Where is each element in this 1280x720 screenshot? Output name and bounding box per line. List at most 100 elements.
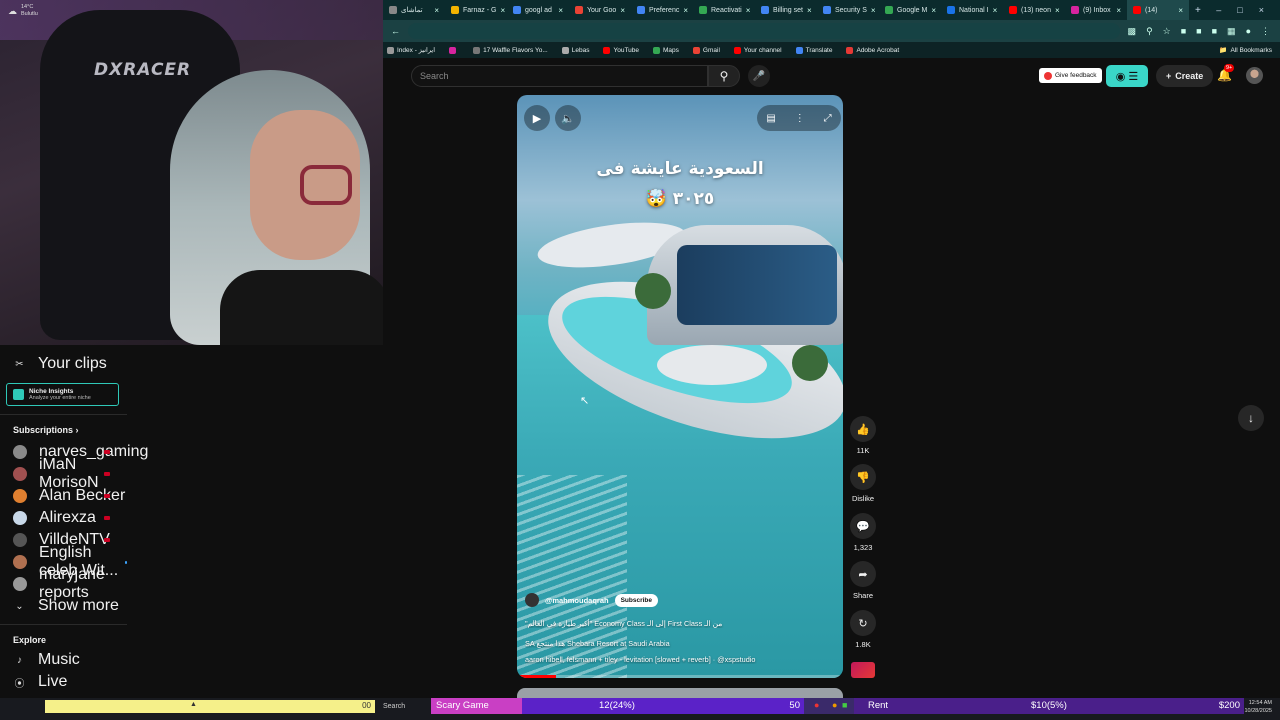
short-description-line[interactable]: SA هذا منتجع Shebara Resort at Saudi Ara… [525,639,825,648]
menu-dots-icon[interactable]: ⋮ [1261,26,1270,37]
close-icon[interactable]: × [1178,6,1183,15]
give-feedback-button[interactable]: Give feedback [1039,68,1102,83]
sound-track-link[interactable]: aaron hibell, felsmann + tiley - levitat… [525,655,825,664]
close-icon[interactable]: × [558,6,563,15]
share-button[interactable]: ➦ Share [849,561,877,600]
close-icon[interactable]: × [620,6,625,15]
comments-button[interactable]: 💬 1,323 [849,513,877,552]
bookmark-item[interactable]: Lebas [561,46,589,54]
shorts-player[interactable]: ▶ 🔈 ▤ ⋮ ⤢ السعودية عايشة فى ٣٠٢٥ 🤯 @mahm… [517,95,843,678]
subscription-item[interactable]: Alirexza [0,507,127,529]
fullscreen-icon[interactable]: ⤢ [824,113,832,124]
bookmark-item[interactable]: Index - ایرانیز [387,46,435,54]
zoom-icon[interactable]: ⚲ [1146,26,1153,37]
bookmark-item[interactable]: YouTube [603,46,639,54]
close-icon[interactable]: × [746,6,751,15]
all-bookmarks[interactable]: 📁 All Bookmarks [1219,46,1280,55]
clock-time: 12:54 AM [1248,700,1272,706]
arrow-down-icon[interactable]: ↓ [1238,405,1264,431]
subscription-item[interactable]: maryjane reports [0,566,127,601]
sidebar-your-clips[interactable]: ✂ Your clips [0,353,127,375]
browser-tab[interactable]: Your Goo × [569,0,631,20]
extension-icon[interactable]: ■ [1181,26,1186,37]
browser-tab[interactable]: Reactivati × [693,0,755,20]
channel-avatar[interactable] [525,593,539,607]
channel-name[interactable]: @mahmoudaqrah [545,596,609,605]
browser-tab[interactable]: Preferenc × [631,0,693,20]
player-controls: ▤ ⋮ ⤢ [757,105,841,131]
niche-insights-card[interactable]: Niche Insights Analyze your entire niche [6,383,119,406]
browser-tab[interactable]: (13) neon × [1003,0,1065,20]
volume-icon[interactable]: 🔈 [555,105,581,131]
profile-icon[interactable]: ● [1246,26,1251,37]
search-icon[interactable]: ⚲ [708,65,740,87]
minimize-icon[interactable]: – [1216,5,1221,15]
explore-item[interactable]: ⦿ Live [0,671,127,693]
app-icon[interactable]: ● [832,700,837,710]
browser-tab[interactable]: Security S × [817,0,879,20]
star-icon[interactable]: ☆ [1163,26,1171,37]
remix-button[interactable]: ↻ 1.8K [849,610,877,649]
close-icon[interactable]: × [1055,6,1060,15]
extension-icon[interactable]: ■ [1212,26,1217,37]
account-avatar[interactable] [1246,67,1263,84]
browser-tab[interactable]: National I × [941,0,1003,20]
show-more-button[interactable]: ⌄ Show more [0,595,127,617]
close-icon[interactable]: × [993,6,998,15]
new-tab-icon[interactable]: + [1189,5,1207,16]
microphone-icon[interactable]: 🎤 [748,65,770,87]
puzzle-icon[interactable]: ▦ [1227,26,1236,37]
captions-icon[interactable]: ▤ [766,113,775,124]
close-icon[interactable]: × [807,6,812,15]
browser-tab[interactable]: Billing set × [755,0,817,20]
extension-icon[interactable]: ■ [1196,26,1201,37]
subscription-item[interactable]: iMaN MorisoN [0,456,127,491]
more-options-icon[interactable]: ⋮ [795,113,805,124]
close-icon[interactable]: × [871,6,876,15]
subscriptions-heading[interactable]: Subscriptions › [13,425,79,435]
arrow-left-icon[interactable]: ← [383,26,400,36]
bookmark-item[interactable] [449,46,459,54]
browser-tab[interactable]: تماشای × [383,0,445,20]
maximize-icon[interactable]: □ [1237,5,1242,15]
subscription-item[interactable]: Alan Becker [0,485,127,507]
dislike-button[interactable]: 👎 Dislike [849,464,877,503]
sound-thumbnail[interactable] [851,662,875,678]
like-button[interactable]: 👍 11K [849,416,877,455]
create-button[interactable]: + Create [1156,65,1214,87]
app-icon[interactable]: ● [814,700,819,710]
taskbar-search[interactable]: Search [383,703,405,710]
bookmark-item[interactable]: Gmail [692,46,720,54]
search-input[interactable]: Search [411,65,708,87]
close-icon[interactable]: × [931,6,936,15]
close-icon[interactable]: × [1116,6,1121,15]
notifications-bell-icon[interactable]: 🔔 9+ [1217,64,1235,82]
close-icon[interactable]: × [434,6,439,15]
close-icon[interactable]: × [683,6,688,15]
niche-extension-button[interactable]: ◉ ☰ [1106,65,1148,87]
play-icon[interactable]: ▶ [524,105,550,131]
bookmark-item[interactable]: Your channel [733,46,782,54]
close-icon[interactable]: × [500,6,505,15]
all-bookmarks-label: All Bookmarks [1230,46,1272,54]
url-field[interactable] [408,23,1120,39]
browser-tab[interactable]: googl ad × [507,0,569,20]
lounge-pod [657,345,767,385]
bookmark-item[interactable]: Translate [795,46,832,54]
close-window-icon[interactable]: × [1259,5,1264,15]
new-content-dot [125,560,127,564]
bookmark-item[interactable]: Adobe Acrobat [846,46,899,54]
bookmark-item[interactable]: 17 Waffle Flavors Yo... [473,46,548,54]
weather-widget[interactable]: ☁ 14°C Bulutlu [8,0,38,22]
progress-bar[interactable] [517,675,843,678]
browser-tab[interactable]: Google M × [879,0,941,20]
subscribe-button[interactable]: Subscribe [614,593,659,607]
browser-tab[interactable]: (14) × [1127,0,1189,20]
explore-item[interactable]: ♪ Music [0,649,127,671]
short-description-line[interactable]: "أكبر طيارة في العالم" Economy Class إلى… [525,619,825,628]
browser-tab[interactable]: (9) Inbox × [1065,0,1127,20]
screen-cast-icon[interactable]: ▩ [1128,26,1137,37]
bookmark-item[interactable]: Maps [653,46,679,54]
app-icon[interactable]: ■ [842,700,847,710]
browser-tab[interactable]: Farnaz - G × [445,0,507,20]
